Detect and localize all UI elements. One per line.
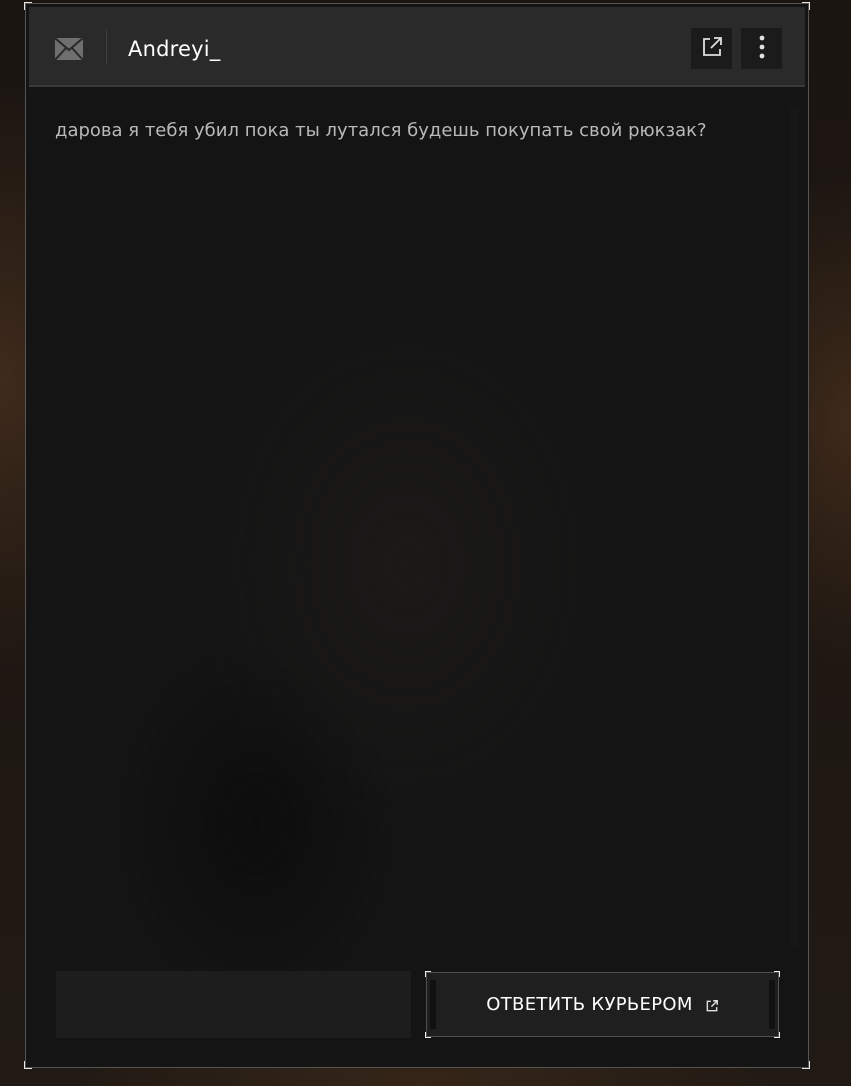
open-external-button[interactable] <box>691 28 732 69</box>
button-bracket-right <box>769 980 775 1029</box>
message-header: Andreyi_ <box>29 7 805 87</box>
button-bracket-left <box>430 980 436 1029</box>
button-corner-top-left <box>425 971 431 977</box>
reply-input-area[interactable] <box>56 971 411 1038</box>
window-corner-bottom-right <box>802 1061 810 1069</box>
button-corner-top-right <box>774 971 780 977</box>
message-window: Andreyi_ дарова я тебя убил пока ты лута… <box>24 2 810 1069</box>
button-corner-bottom-left <box>425 1032 431 1038</box>
reply-button-label: ОТВЕТИТЬ КУРЬЕРОМ <box>486 994 693 1015</box>
header-divider <box>106 30 107 64</box>
external-link-icon <box>700 35 724 63</box>
more-vertical-icon <box>759 35 765 63</box>
sender-name: Andreyi_ <box>128 37 221 61</box>
message-body: дарова я тебя убил пока ты лутался будеш… <box>55 120 707 141</box>
external-link-icon <box>705 998 719 1012</box>
window-corner-bottom-left <box>24 1061 32 1069</box>
reply-by-courier-button[interactable]: ОТВЕТИТЬ КУРЬЕРОМ <box>425 971 780 1038</box>
mail-icon <box>54 37 84 61</box>
button-corner-bottom-right <box>774 1032 780 1038</box>
more-options-button[interactable] <box>741 28 782 69</box>
message-scrollbar[interactable] <box>789 106 799 946</box>
